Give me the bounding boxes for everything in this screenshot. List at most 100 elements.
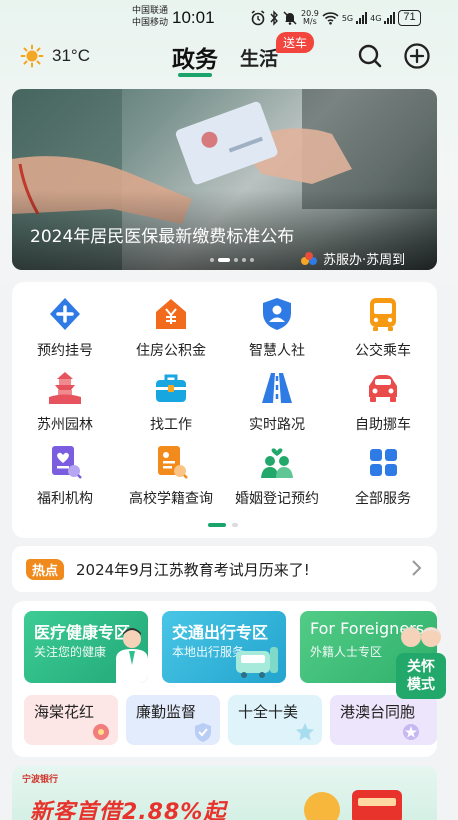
net-speed: 20.9 M/s (301, 10, 319, 26)
service-label: 预约挂号 (37, 343, 93, 359)
source-logo-icon (301, 251, 317, 265)
wifi-icon (322, 12, 339, 25)
chip-supervision[interactable]: 廉勤监督 (126, 695, 220, 745)
service-label: 智慧人社 (249, 343, 305, 359)
alarm-icon (251, 10, 265, 26)
temperature: 31°C (52, 46, 90, 65)
network-1-label: 5G (341, 13, 354, 23)
status-bar: 中国联通 中国移动 10:01 20.9 M/s 5G 4G 71 (0, 0, 458, 34)
bauhinia-icon (403, 724, 419, 740)
transit-icon (236, 647, 278, 678)
tab-government[interactable]: 政务 (172, 40, 218, 74)
service-social-security[interactable]: 智慧人社 (224, 296, 330, 366)
doctor-icon (116, 628, 148, 683)
care-mode-line1: 关怀 (407, 659, 435, 675)
service-label: 公交乘车 (355, 343, 411, 359)
ad-headline: 新客首借2.88%起 (30, 800, 227, 820)
star-icon (296, 723, 314, 741)
service-appointment[interactable]: 预约挂号 (12, 296, 118, 366)
status-icons: 20.9 M/s 5G 4G 71 (250, 9, 421, 27)
zone-subtitle: 关注您的健康 (34, 645, 107, 659)
service-all[interactable]: 全部服务 (330, 444, 436, 514)
banner-dot (210, 258, 214, 262)
search-icon[interactable] (356, 42, 384, 70)
hot-news-bar[interactable]: 热点 2024年9月江苏教育考试月历来了! (12, 546, 437, 592)
shield-person-icon (263, 298, 291, 330)
flower-icon (93, 724, 109, 740)
bluetooth-icon (270, 10, 278, 26)
carrier-1: 中国联通 (132, 6, 169, 16)
service-label: 实时路况 (249, 417, 305, 433)
chip-label: 港澳台同胞 (340, 703, 416, 721)
grid-icon (370, 449, 397, 476)
service-label: 全部服务 (355, 491, 411, 507)
banner-dot (234, 258, 238, 262)
elderly-couple-icon (401, 627, 441, 647)
carrier-2: 中国移动 (132, 18, 169, 28)
car-icon (369, 375, 397, 402)
chip-label: 十全十美 (238, 703, 299, 721)
service-welfare[interactable]: 福利机构 (12, 444, 118, 514)
service-traffic[interactable]: 实时路况 (224, 370, 330, 440)
hot-tag: 热点 (26, 559, 65, 580)
couple-heart-icon (261, 448, 293, 478)
search-document-icon (158, 446, 188, 479)
add-icon[interactable] (403, 42, 431, 70)
carrier-info: 中国联通 中国移动 (132, 5, 168, 29)
ad-illustration (304, 790, 402, 820)
road-icon (262, 373, 292, 403)
chip-begonia[interactable]: 海棠花红 (24, 695, 118, 745)
signal-2-icon (384, 12, 396, 24)
battery-level: 71 (398, 10, 421, 26)
service-move-car[interactable]: 自助挪车 (330, 370, 436, 440)
chip-label: 海棠花红 (34, 703, 95, 721)
banner-source-text: 苏服办·苏周到 (323, 253, 406, 268)
chevron-right-icon (412, 560, 422, 576)
weather-widget[interactable]: 31°C (20, 44, 90, 68)
tab-active-indicator (178, 73, 212, 77)
heart-document-icon (52, 446, 82, 479)
app-header: 31°C 政务 生活 送车 (0, 32, 458, 80)
tab-life[interactable]: 生活 (240, 44, 278, 71)
grid-page-active (208, 523, 226, 527)
grid-page-inactive (232, 523, 238, 527)
sun-icon (20, 44, 44, 68)
service-label: 苏州园林 (37, 417, 93, 433)
plus-cross-icon (50, 298, 80, 330)
service-suzhou-gardens[interactable]: 苏州园林 (12, 370, 118, 440)
banner-title: 2024年居民医保最新缴费标准公布 (30, 227, 295, 247)
hot-news-text: 2024年9月江苏教育考试月历来了! (76, 561, 310, 579)
banner-dot-active (218, 258, 230, 262)
service-label: 住房公积金 (136, 343, 206, 359)
chip-label: 廉勤监督 (136, 703, 197, 721)
service-find-job[interactable]: 找工作 (118, 370, 224, 440)
services-card: 预约挂号 住房公积金 智慧人社 公交乘车 苏州园林 找工作 实时路况 自助挪车 … (12, 282, 437, 538)
ad-logo: 宁波银行 (22, 775, 59, 785)
service-bus[interactable]: 公交乘车 (330, 296, 436, 366)
banner-dot (250, 258, 254, 262)
zone-transport[interactable]: 交通出行专区 本地出行服务 (162, 611, 286, 683)
briefcase-icon (156, 374, 186, 402)
chip-compatriots[interactable]: 港澳台同胞 (330, 695, 437, 745)
chip-perfect[interactable]: 十全十美 (228, 695, 322, 745)
care-mode-line2: 模式 (407, 677, 435, 693)
zones-card: 医疗健康专区 关注您的健康 交通出行专区 本地出行服务 For Foreigne… (12, 601, 437, 757)
bus-icon (370, 298, 396, 331)
service-label: 高校学籍查询 (129, 491, 213, 507)
banner-dot (242, 258, 246, 262)
service-student-status[interactable]: 高校学籍查询 (118, 444, 224, 514)
service-marriage[interactable]: 婚姻登记预约 (224, 444, 330, 514)
care-mode-button[interactable]: 关怀 模式 (396, 653, 446, 699)
network-2-label: 4G (370, 13, 382, 23)
news-banner[interactable]: 2024年居民医保最新缴费标准公布 苏服办·苏周到 (12, 89, 437, 270)
service-housing-fund[interactable]: 住房公积金 (118, 296, 224, 366)
net-speed-unit: M/s (303, 17, 317, 26)
care-mode-floating[interactable]: 关怀 模式 (396, 627, 448, 699)
zone-subtitle: 外籍人士专区 (310, 645, 383, 659)
ad-banner[interactable]: 宁波银行 新客首借2.88%起 (12, 766, 437, 820)
house-yuan-icon (156, 299, 186, 329)
zone-medical[interactable]: 医疗健康专区 关注您的健康 (24, 611, 148, 683)
signal-1-icon (356, 12, 368, 24)
tab-life-badge: 送车 (276, 32, 315, 53)
zone-title: 交通出行专区 (172, 623, 269, 642)
